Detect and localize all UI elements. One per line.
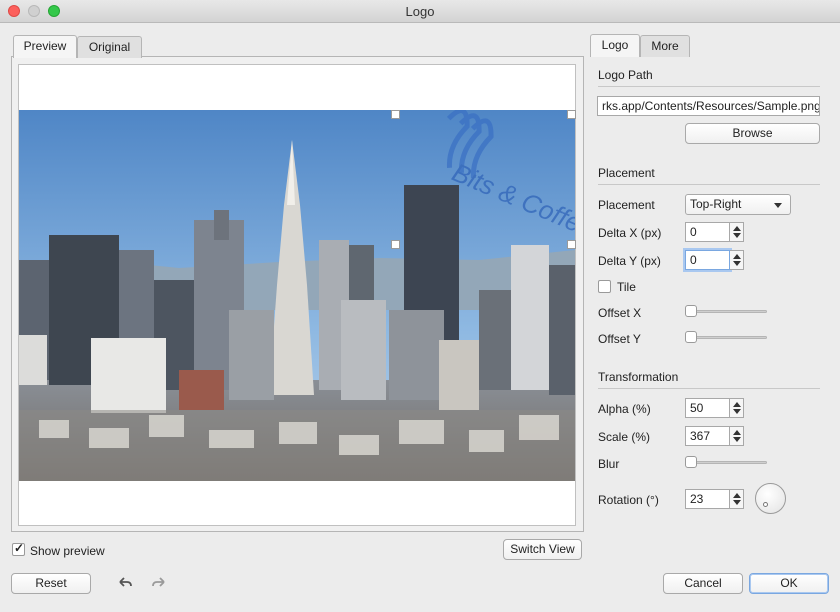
alpha-input[interactable]: 50 [685,398,730,418]
logo-dialog-window: Logo Preview Original Bits & Coffee Logo… [0,0,840,612]
rotation-dial[interactable] [755,483,786,514]
rotation-label: Rotation (°) [598,493,659,507]
divider [598,86,820,87]
tab-more[interactable]: More [640,35,690,57]
divider [598,388,820,389]
delta-y-label: Delta Y (px) [598,254,661,268]
tile-checkbox[interactable] [598,280,611,293]
delta-x-label: Delta X (px) [598,226,662,240]
logo-bounds-handle[interactable] [567,110,576,119]
window-title: Logo [405,4,435,19]
tile-label: Tile [617,280,636,294]
blur-label: Blur [598,457,620,471]
placement-select-value: Top-Right [690,197,742,211]
scale-label: Scale (%) [598,430,651,444]
delta-x-input[interactable]: 0 [685,222,730,242]
alpha-stepper[interactable] [730,398,744,418]
chevron-down-icon [774,203,782,208]
rotation-stepper[interactable] [730,489,744,509]
divider [598,184,820,185]
offset-y-slider-handle[interactable] [685,331,697,343]
offset-x-slider-handle[interactable] [685,305,697,317]
preview-canvas: Bits & Coffee [18,64,576,526]
logo-bounds-handle[interactable] [567,240,576,249]
blur-slider-track[interactable] [686,461,767,464]
offset-y-label: Offset Y [598,332,641,346]
undo-arrow-icon[interactable] [116,574,134,592]
placement-select[interactable]: Top-Right [685,194,791,215]
alpha-label: Alpha (%) [598,402,651,416]
tab-logo[interactable]: Logo [590,34,640,57]
preview-image: Bits & Coffee [19,110,575,481]
logo-bounds-handle[interactable] [391,110,400,119]
placement-section-title: Placement [598,166,655,180]
rotation-input[interactable]: 23 [685,489,730,509]
placement-label: Placement [598,198,655,212]
tab-preview[interactable]: Preview [13,35,77,58]
tab-original[interactable]: Original [77,36,142,58]
transformation-section-title: Transformation [598,370,679,384]
title-bar: Logo [0,0,840,23]
browse-button[interactable]: Browse [685,123,820,144]
show-preview-checkbox[interactable]: ✓ [12,541,25,556]
blur-slider-handle[interactable] [685,456,697,468]
offset-x-slider-track[interactable] [686,310,767,313]
show-preview-label: Show preview [30,544,105,558]
offset-y-slider-track[interactable] [686,336,767,339]
redo-arrow-icon[interactable] [150,574,168,592]
cancel-button[interactable]: Cancel [663,573,743,594]
scale-stepper[interactable] [730,426,744,446]
switch-view-button[interactable]: Switch View [503,539,582,560]
offset-x-label: Offset X [598,306,642,320]
logo-path-section-title: Logo Path [598,68,653,82]
delta-y-stepper[interactable] [730,250,744,270]
delta-y-input[interactable]: 0 [685,250,730,270]
rotation-dial-indicator [763,502,768,507]
reset-button[interactable]: Reset [11,573,91,594]
delta-x-stepper[interactable] [730,222,744,242]
scale-input[interactable]: 367 [685,426,730,446]
logo-path-field[interactable]: rks.app/Contents/Resources/Sample.png [597,96,820,116]
ok-button[interactable]: OK [749,573,829,594]
checkmark-icon: ✓ [14,541,25,555]
logo-bounds-handle[interactable] [391,240,400,249]
